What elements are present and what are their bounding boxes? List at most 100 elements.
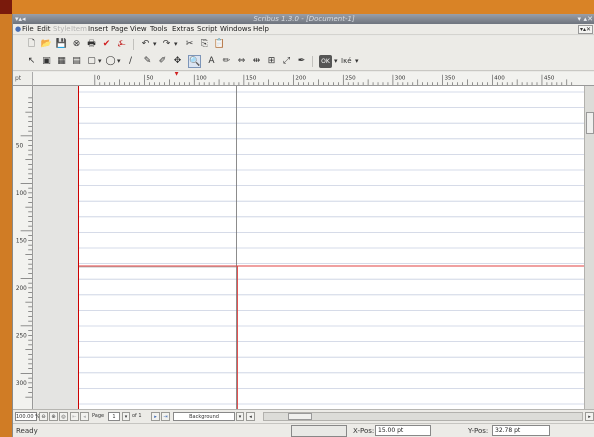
menu-extras[interactable]: Extras <box>172 25 194 34</box>
ruler-label: 250 <box>16 333 27 339</box>
close-icon[interactable]: ⊗ <box>70 38 83 51</box>
ruler-label: 200 <box>295 75 306 81</box>
vertical-scroll-thumb[interactable] <box>586 112 594 134</box>
page-label: Page <box>92 413 105 419</box>
document-canvas[interactable] <box>34 86 584 409</box>
ruler-label: 50 <box>16 143 24 149</box>
next-page-button[interactable]: ▸ <box>151 412 160 421</box>
menu-style[interactable]: Style <box>53 25 71 34</box>
page-number-field[interactable]: 1 <box>108 412 120 421</box>
horizontal-scroll-thumb[interactable] <box>288 413 312 420</box>
ruler-marker-icon <box>174 72 179 76</box>
layer-dropdown-icon[interactable]: ▾ <box>236 412 244 421</box>
image-frame-icon[interactable]: ▦ <box>55 55 68 68</box>
ruler-label: 150 <box>16 238 27 244</box>
bezier-tool-icon[interactable]: ✎ <box>141 55 154 68</box>
pdf-field-label[interactable]: Ικé <box>341 56 352 67</box>
layer-select[interactable]: Background <box>173 412 235 421</box>
xpos-label: X-Pos: <box>353 427 375 435</box>
title-bar[interactable]: ▾▴◂ Scribus 1.3.0 - [Document-1] ▾ ▴ ✕ <box>13 14 594 24</box>
app-menu-icon[interactable]: ● <box>15 25 21 34</box>
minimize-icon[interactable]: ▾ <box>577 15 581 23</box>
shape-dropdown-icon[interactable]: ▾ <box>98 56 102 67</box>
open-icon[interactable]: 📂 <box>40 38 53 51</box>
desktop-corner <box>0 0 12 14</box>
redo-icon[interactable]: ↷ <box>160 38 173 51</box>
ruler-unit-corner[interactable]: pt <box>13 72 33 86</box>
undo-icon[interactable]: ↶ <box>139 38 152 51</box>
zoom-in-button[interactable]: ⊕ <box>49 412 58 421</box>
pasteboard <box>34 86 78 409</box>
scroll-left-button[interactable]: ◂ <box>246 412 255 421</box>
desktop-edge <box>0 0 12 437</box>
menu-bar: ● File Edit Style Item Insert Page View … <box>13 24 594 35</box>
polygon-tool-icon[interactable]: ◯ <box>104 55 117 68</box>
text-frame-icon[interactable]: ▣ <box>40 55 53 68</box>
ruler-label: 0 <box>97 75 101 81</box>
line-tool-icon[interactable]: ∕ <box>124 55 137 68</box>
cut-icon[interactable]: ✂ <box>183 38 196 51</box>
ruler-label: 100 <box>196 75 207 81</box>
zoom-out-button[interactable]: ⊖ <box>39 412 48 421</box>
zoom-reset-button[interactable]: ◎ <box>59 412 68 421</box>
paste-icon[interactable]: 📋 <box>213 38 226 51</box>
menu-edit[interactable]: Edit <box>37 25 51 34</box>
close-window-icon[interactable]: ✕ <box>587 15 593 23</box>
new-document-icon[interactable]: 🗋 <box>25 38 38 51</box>
file-toolbar: 🗋 📂 💾 ⊗ 🖶 ✔ ⍼ ↶ ▾ ↷ ▾ ✂ ⎘ 📋 <box>13 36 594 53</box>
previous-page-button[interactable]: ◂ <box>80 412 89 421</box>
ruler-label: 200 <box>16 286 27 292</box>
redo-dropdown-icon[interactable]: ▾ <box>174 39 178 50</box>
shape-tool-icon[interactable]: ▢ <box>85 55 98 68</box>
scroll-right-button[interactable]: ▸ <box>585 412 594 421</box>
mdi-controls[interactable]: ▾▴✕ <box>577 25 593 34</box>
measure-tool-icon[interactable]: ⊞ <box>265 55 278 68</box>
pdf-dropdown-icon[interactable]: ▾ <box>334 56 338 67</box>
first-page-button[interactable]: ⇤ <box>70 412 79 421</box>
menu-page[interactable]: Page <box>111 25 128 34</box>
eyedropper-icon[interactable]: ✒ <box>295 55 308 68</box>
unlink-frames-icon[interactable]: ⇹ <box>250 55 263 68</box>
page-guides <box>79 86 584 409</box>
document-page[interactable] <box>78 86 584 409</box>
menu-help[interactable]: Help <box>253 25 269 34</box>
print-icon[interactable]: 🖶 <box>85 38 98 51</box>
horizontal-ruler[interactable]: 0 50 100 150 200 250 300 350 400 450 <box>33 72 594 86</box>
menu-tools[interactable]: Tools <box>150 25 167 34</box>
ruler-label: 300 <box>16 381 27 387</box>
rotate-tool-icon[interactable]: ✥ <box>171 55 184 68</box>
pdf-export-icon[interactable]: ⍼ <box>115 38 128 51</box>
pdf-field-dropdown-icon[interactable]: ▾ <box>355 56 359 67</box>
zoom-field[interactable]: 100.00 % <box>15 412 40 421</box>
edit-text-icon[interactable]: A <box>205 55 218 68</box>
select-tool-icon[interactable]: ↖ <box>25 55 38 68</box>
pdf-button-icon[interactable]: OK <box>319 55 332 68</box>
undo-dropdown-icon[interactable]: ▾ <box>153 39 157 50</box>
menu-windows[interactable]: Windows <box>220 25 251 34</box>
copy-icon[interactable]: ⎘ <box>198 38 211 51</box>
save-icon[interactable]: 💾 <box>55 38 68 51</box>
horizontal-scrollbar[interactable] <box>263 412 583 421</box>
preflight-icon[interactable]: ✔ <box>100 38 113 51</box>
menu-item[interactable]: Item <box>71 25 87 34</box>
last-page-button[interactable]: ⇥ <box>161 412 170 421</box>
zoom-tool-icon[interactable]: 🔍 <box>188 55 201 68</box>
vertical-ruler[interactable]: 50 100 150 200 250 300 <box>13 86 33 409</box>
freehand-tool-icon[interactable]: ✐ <box>156 55 169 68</box>
menu-insert[interactable]: Insert <box>88 25 108 34</box>
vertical-scrollbar[interactable] <box>584 86 594 409</box>
polygon-dropdown-icon[interactable]: ▾ <box>117 56 121 67</box>
copy-properties-icon[interactable]: ⤢ <box>280 55 293 68</box>
link-frames-icon[interactable]: ⇔ <box>235 55 248 68</box>
menu-script[interactable]: Script <box>197 25 217 34</box>
menu-file[interactable]: File <box>22 25 34 34</box>
page-dropdown-icon[interactable]: ▾ <box>122 412 130 421</box>
menu-view[interactable]: View <box>130 25 147 34</box>
ruler-label: 450 <box>544 75 555 81</box>
ypos-label: Y-Pos: <box>468 427 489 435</box>
ruler-label: 350 <box>444 75 455 81</box>
story-editor-icon[interactable]: ✏ <box>220 55 233 68</box>
table-icon[interactable]: ▤ <box>70 55 83 68</box>
ruler-label: 150 <box>246 75 257 81</box>
progress-bar <box>291 425 347 437</box>
